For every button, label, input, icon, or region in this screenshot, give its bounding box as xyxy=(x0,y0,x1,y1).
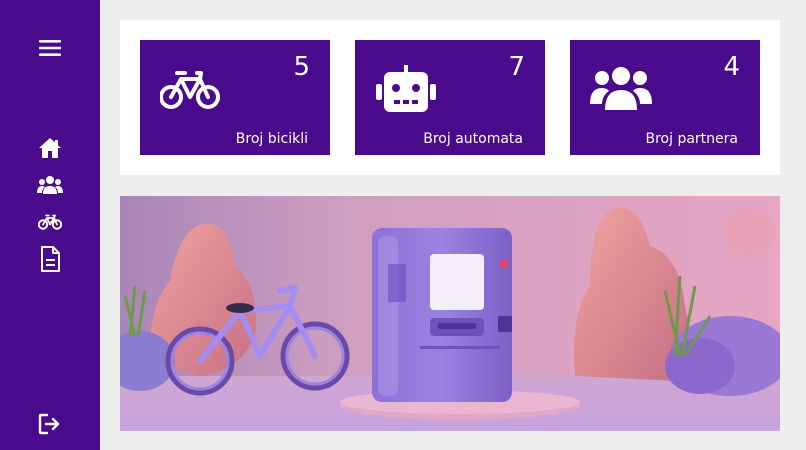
hamburger-menu-icon xyxy=(39,40,61,56)
stat-label: Broj partnera xyxy=(645,131,739,147)
users-icon xyxy=(37,176,63,194)
stat-card-partners[interactable]: 4 Broj partnera xyxy=(570,40,760,155)
sidebar xyxy=(0,0,100,450)
stats-panel: 5 Broj bicikli 7 Broj automata 4 Broj pa… xyxy=(120,20,780,175)
stat-label: Broj automata xyxy=(423,131,523,147)
logout-icon xyxy=(38,413,60,435)
menu-toggle-button[interactable] xyxy=(0,33,100,63)
home-icon xyxy=(39,138,61,158)
stat-card-machines[interactable]: 7 Broj automata xyxy=(355,40,545,155)
sidebar-item-partners[interactable] xyxy=(0,170,100,200)
bicycle-and-vending-machine-illustration xyxy=(120,196,780,431)
logout-button[interactable] xyxy=(0,409,100,439)
stat-count: 5 xyxy=(293,52,310,82)
robot-icon xyxy=(375,64,437,118)
bicycle-icon xyxy=(38,214,62,230)
sidebar-item-home[interactable] xyxy=(0,133,100,163)
sidebar-item-bicycles[interactable] xyxy=(0,207,100,237)
users-icon xyxy=(590,64,652,116)
stat-count: 7 xyxy=(508,52,525,82)
stat-label: Broj bicikli xyxy=(235,131,308,147)
stat-card-bicycles[interactable]: 5 Broj bicikli xyxy=(140,40,330,155)
document-icon xyxy=(41,246,60,272)
hero-illustration xyxy=(120,196,780,431)
sidebar-item-documents[interactable] xyxy=(0,244,100,274)
stat-count: 4 xyxy=(723,52,740,82)
bicycle-icon xyxy=(159,64,220,114)
